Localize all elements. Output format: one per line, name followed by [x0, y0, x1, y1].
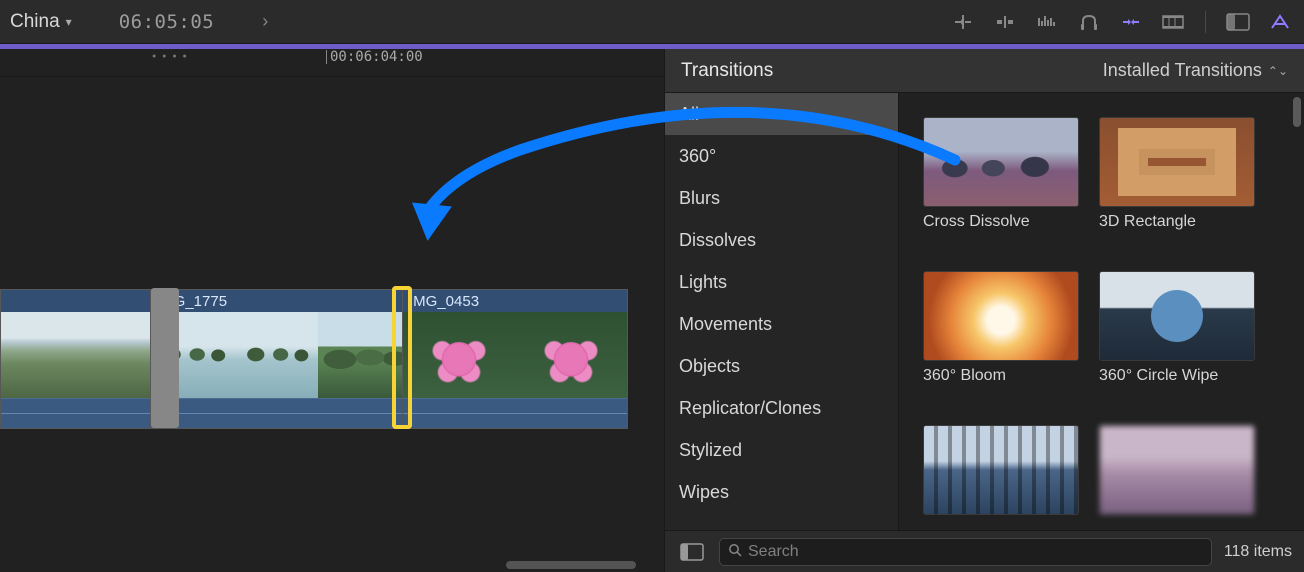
timeline-scrollbar[interactable] [506, 561, 636, 569]
transition-item[interactable] [923, 425, 1079, 530]
clip-audio-lane[interactable] [151, 398, 402, 428]
project-selector[interactable]: China ▾ [10, 11, 86, 33]
ruler-time-label: 00:06:04:00 [330, 49, 423, 65]
share-icon[interactable] [1266, 9, 1294, 35]
transition-thumbnail [1099, 117, 1255, 207]
clip-label: IMG_0453 [403, 290, 627, 312]
category-dissolves[interactable]: Dissolves [665, 219, 898, 261]
primary-storyline[interactable]: IMG_1775 IMG_0453 [0, 289, 628, 429]
item-count-label: 118 items [1224, 543, 1292, 561]
updown-icon: ⌃⌄ [1268, 64, 1288, 78]
browser-bottom-bar: 118 items [665, 530, 1304, 572]
snapping-icon[interactable] [1117, 9, 1145, 35]
clip-audio-lane[interactable] [1, 398, 150, 428]
transition-label: 360° Circle Wipe [1099, 367, 1255, 385]
project-name-label: China [10, 11, 60, 33]
transitions-grid: Cross Dissolve 3D Rectangle 360° Bloom 3… [899, 93, 1304, 530]
clip-segment[interactable]: IMG_0453 [402, 289, 628, 429]
clip-thumbnail [403, 312, 515, 398]
clip-thumbnail [515, 312, 627, 398]
headphones-icon[interactable] [1075, 9, 1103, 35]
category-360[interactable]: 360° [665, 135, 898, 177]
transition-360-bloom[interactable]: 360° Bloom [923, 271, 1079, 401]
transition-thumbnail [923, 117, 1079, 207]
clip-segment[interactable] [0, 289, 150, 429]
category-stylized[interactable]: Stylized [665, 429, 898, 471]
category-replicator[interactable]: Replicator/Clones [665, 387, 898, 429]
audio-skimming-icon[interactable] [991, 9, 1019, 35]
transition-360-circle-wipe[interactable]: 360° Circle Wipe [1099, 271, 1255, 401]
waveform-icon[interactable] [1033, 9, 1061, 35]
clip-segment[interactable]: IMG_1775 [150, 289, 402, 429]
transition-cross-dissolve[interactable]: Cross Dissolve [923, 117, 1079, 247]
category-wipes[interactable]: Wipes [665, 471, 898, 513]
chevron-down-icon: ▾ [66, 15, 72, 29]
search-box[interactable] [719, 538, 1212, 566]
category-sidebar: All 360° Blurs Dissolves Lights Movement… [665, 93, 899, 530]
transition-thumbnail [1099, 271, 1255, 361]
transition-label: Cross Dissolve [923, 213, 1079, 231]
transition-label: 3D Rectangle [1099, 213, 1255, 231]
search-icon [728, 543, 742, 560]
panel-title: Transitions [681, 60, 1103, 82]
transition-3d-rectangle[interactable]: 3D Rectangle [1099, 117, 1255, 247]
category-blurs[interactable]: Blurs [665, 177, 898, 219]
transitions-header: Transitions Installed Transitions ⌃⌄ [665, 49, 1304, 93]
next-marker-icon[interactable]: › [262, 11, 268, 32]
transition-label: 360° Bloom [923, 367, 1079, 385]
transitions-browser: Transitions Installed Transitions ⌃⌄ All… [664, 49, 1304, 572]
ruler-marker-dots: ● ● ● ● [152, 53, 189, 60]
timeline-ruler[interactable]: ● ● ● ● 00:06:04:00 [0, 49, 664, 77]
filmstrip-icon[interactable] [1159, 9, 1187, 35]
skimming-icon[interactable] [949, 9, 977, 35]
timeline-area[interactable]: ● ● ● ● 00:06:04:00 IMG_1775 [0, 49, 664, 572]
ruler-tick: 00:06:04:00 [326, 49, 423, 65]
sidebar-toggle-icon[interactable] [677, 540, 707, 564]
category-objects[interactable]: Objects [665, 345, 898, 387]
category-all[interactable]: All [665, 93, 898, 135]
timecode-display[interactable]: 06:05:05 [119, 11, 215, 33]
top-toolbar: China ▾ 06:05:05 › [0, 0, 1304, 44]
filter-dropdown[interactable]: Installed Transitions ⌃⌄ [1103, 60, 1288, 81]
clip-thumbnail [318, 312, 402, 398]
clip-audio-lane[interactable] [403, 398, 627, 428]
transition-thumbnail [923, 271, 1079, 361]
window-layout-icon[interactable] [1224, 9, 1252, 35]
grid-scrollbar[interactable] [1293, 97, 1301, 127]
search-input[interactable] [748, 543, 1203, 561]
transition-thumbnail [923, 425, 1079, 515]
category-movements[interactable]: Movements [665, 303, 898, 345]
clip-thumbnail [235, 312, 319, 398]
filter-label: Installed Transitions [1103, 60, 1262, 81]
clip-thumbnail [76, 312, 151, 398]
clip-gap-handle[interactable] [151, 288, 179, 428]
clip-label: IMG_1775 [151, 290, 402, 312]
category-lights[interactable]: Lights [665, 261, 898, 303]
clip-thumbnail [1, 312, 76, 398]
clip-label [1, 290, 150, 312]
transition-item[interactable] [1099, 425, 1255, 530]
transition-thumbnail [1099, 425, 1255, 515]
